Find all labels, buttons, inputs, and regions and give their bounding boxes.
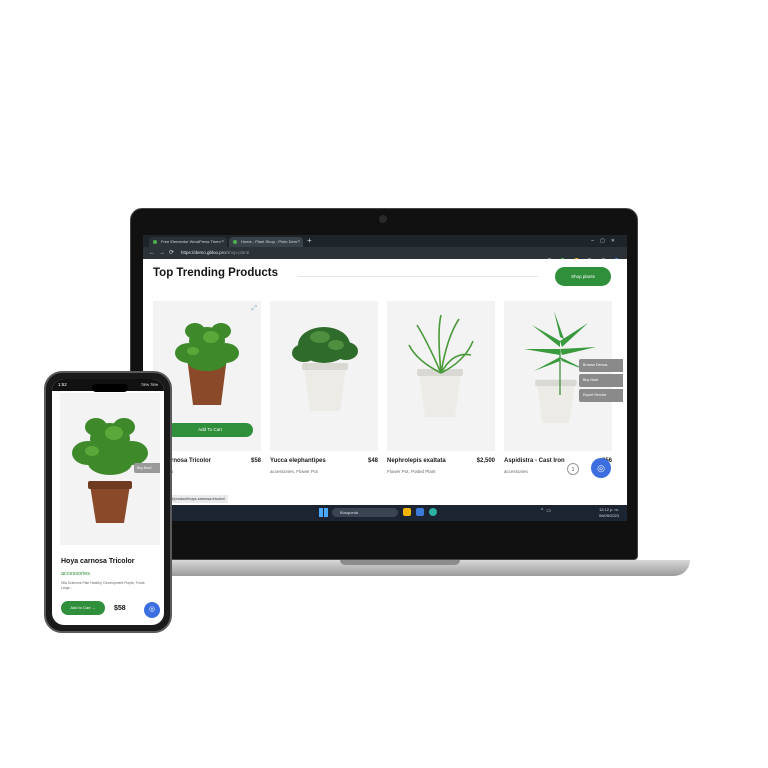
buy-now-button[interactable]: Buy Now! <box>579 374 623 387</box>
product-name[interactable]: Nephrolepis exaltata <box>387 458 446 464</box>
tab-label: Home - Plant Shop - Pinto Dem <box>241 239 298 244</box>
address-bar[interactable]: https://demo.gbloo.pro/shop-plant/ <box>181 247 249 259</box>
url-host: https://demo.gbloo.pro <box>181 250 226 255</box>
section-title: Top Trending Products <box>153 267 279 279</box>
expand-icon[interactable]: ⤢ <box>251 305 257 313</box>
yucca-plant-image <box>292 327 358 411</box>
chat-icon: ◎ <box>148 606 156 613</box>
shop-plants-button[interactable]: Shop plants <box>555 267 611 286</box>
floating-side-actions: Browse Demos Buy Now! Expert Service <box>579 359 623 404</box>
laptop-base <box>110 560 690 576</box>
close-icon[interactable]: × <box>297 237 300 247</box>
phone-time: 1:52 <box>58 382 67 387</box>
nav-arrows-icon[interactable]: ←→⟳ <box>149 247 178 259</box>
taskbar-search[interactable]: Búsqueda <box>332 508 398 517</box>
app-icon[interactable] <box>416 508 424 516</box>
new-tab-button[interactable]: + <box>307 236 312 246</box>
product-card[interactable]: Yucca elephantipes $48 accessories, Flow… <box>270 301 378 474</box>
system-tray-icons[interactable]: ^▭ <box>541 508 554 514</box>
divider <box>298 276 538 277</box>
product-description: Hila Sciences Plan Healthy, Development … <box>61 581 145 590</box>
browse-demos-button[interactable]: Browse Demos <box>579 359 623 372</box>
add-to-cart-button[interactable]: Add to Cart → <box>61 601 105 615</box>
add-to-cart-button[interactable]: Add To Cart <box>167 423 253 437</box>
product-image[interactable]: Buy Now! <box>60 393 160 545</box>
url-path: /shop-plant/ <box>225 250 250 255</box>
window-controls[interactable]: –▢✕ <box>591 235 621 247</box>
buy-now-button[interactable]: Buy Now! <box>134 463 160 473</box>
chat-icon: ◎ <box>597 463 605 473</box>
product-name[interactable]: Yucca elephantipes <box>270 458 326 464</box>
windows-taskbar: Búsqueda ^▭ 12:12 p. m. 06/09/2023 <box>143 505 627 521</box>
smartphone: 1:52 75% 75% Buy Now! Hoya carnosa Trico… <box>44 371 172 633</box>
product-image[interactable] <box>387 301 495 451</box>
web-page: Top Trending Products Shop plants ⤢ Add … <box>143 259 627 505</box>
product-category[interactable]: Flower Pot, Potted Plant <box>387 469 436 474</box>
favicon-icon <box>153 240 157 244</box>
file-explorer-icon[interactable] <box>403 508 411 516</box>
product-name: Hoya carnosa Tricolor <box>61 558 135 565</box>
laptop-lid: Free Elementor WordPress Them × Home - P… <box>130 208 638 560</box>
webcam <box>379 215 387 223</box>
product-category[interactable]: accessories, Flower Pot <box>270 469 318 474</box>
browser-tab[interactable]: Free Elementor WordPress Them × <box>149 237 227 247</box>
tab-label: Free Elementor WordPress Them <box>161 239 221 244</box>
product-price: $2,500 <box>476 458 495 464</box>
favicon-icon <box>233 240 237 244</box>
laptop-notch <box>340 560 460 565</box>
expert-service-button[interactable]: Expert Service <box>579 389 623 402</box>
close-icon[interactable]: × <box>221 237 224 247</box>
clock-date: 06/09/2023 <box>598 513 619 518</box>
browser-tabbar: Free Elementor WordPress Them × Home - P… <box>143 235 627 247</box>
battery-indicator: 75% 75% <box>140 382 158 387</box>
product-image[interactable] <box>270 301 378 451</box>
phone-screen: 1:52 75% 75% Buy Now! Hoya carnosa Trico… <box>52 379 164 625</box>
edge-icon[interactable] <box>429 508 437 516</box>
product-price: $58 <box>114 605 126 612</box>
taskbar-apps: Búsqueda <box>319 508 437 521</box>
product-price: $48 <box>367 458 378 464</box>
laptop: Free Elementor WordPress Them × Home - P… <box>110 208 690 576</box>
product-name[interactable]: Aspidistra - Cast Iron <box>504 458 565 464</box>
page-number-badge[interactable]: 1 <box>567 463 579 475</box>
product-category[interactable]: accessories <box>61 571 90 577</box>
browser-tab-active[interactable]: Home - Plant Shop - Pinto Dem × <box>229 237 303 247</box>
product-card[interactable]: Nephrolepis exaltata $2,500 Flower Pot, … <box>387 301 495 474</box>
chat-button[interactable]: ◎ <box>144 602 160 618</box>
windows-start-icon[interactable] <box>319 508 328 517</box>
laptop-screen: Free Elementor WordPress Them × Home - P… <box>143 235 627 521</box>
chat-button[interactable]: ◎ <box>591 458 611 478</box>
dynamic-island <box>92 384 128 392</box>
browser-urlbar: ←→⟳ https://demo.gbloo.pro/shop-plant/ <box>143 247 627 263</box>
product-name[interactable]: rnosa Tricolor <box>171 458 211 464</box>
product-category[interactable]: accessories <box>504 469 528 474</box>
system-clock[interactable]: 12:12 p. m. 06/09/2023 <box>599 507 619 519</box>
fern-plant-image <box>408 314 474 417</box>
product-price: $58 <box>250 458 261 464</box>
